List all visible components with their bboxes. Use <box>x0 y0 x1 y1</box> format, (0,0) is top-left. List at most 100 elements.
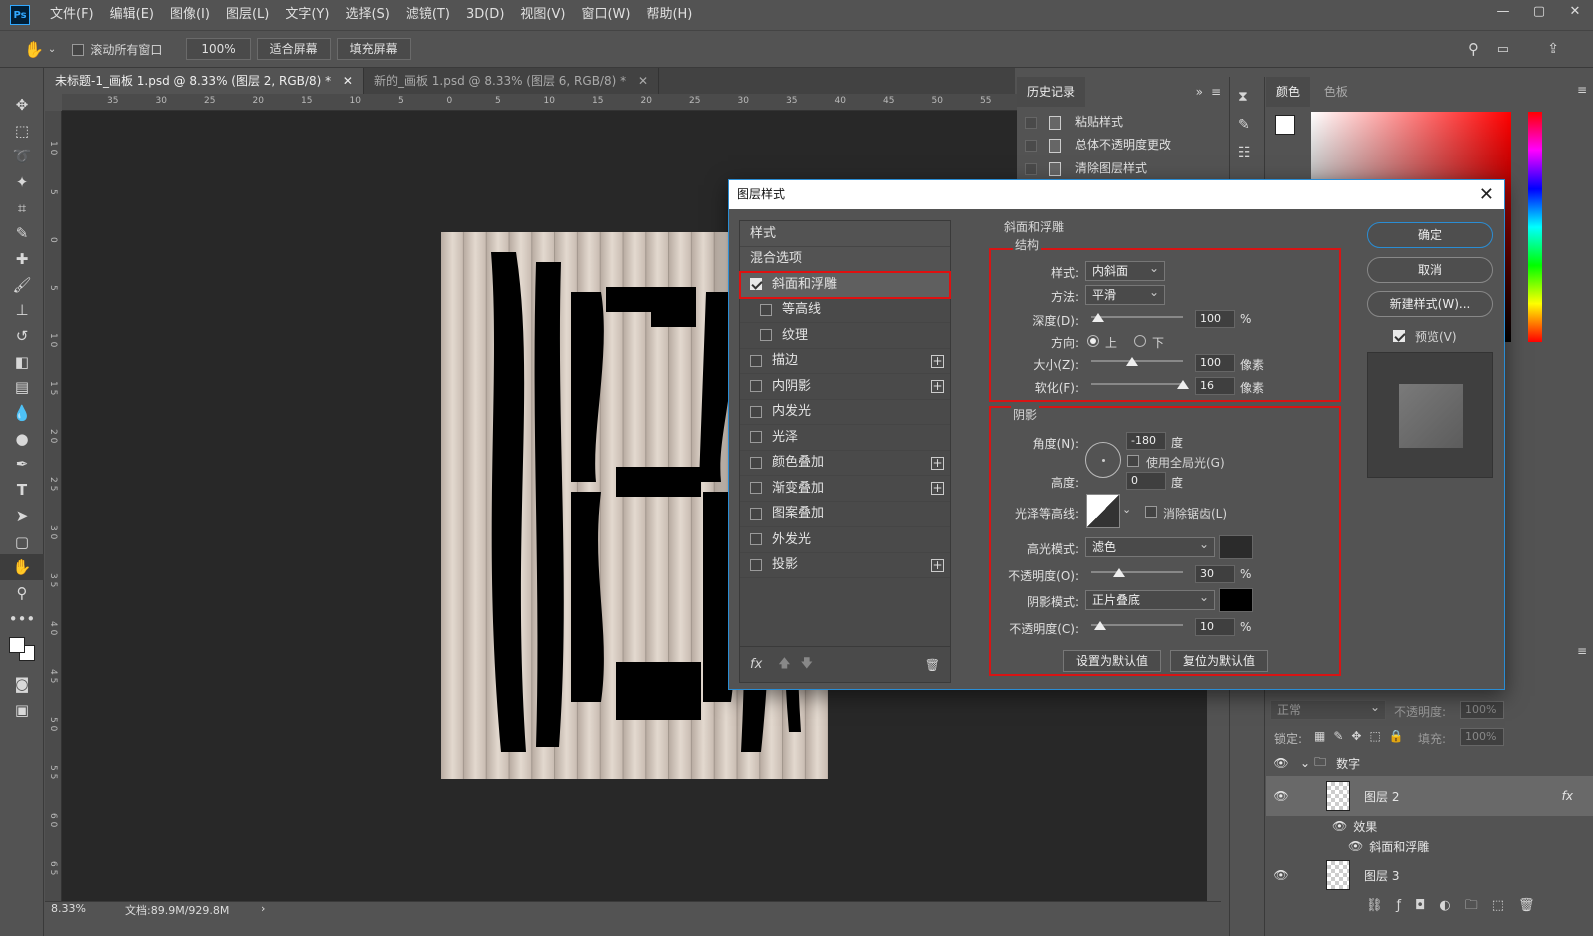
dodge-tool-icon[interactable]: ● <box>0 426 44 452</box>
visibility-eye-icon[interactable]: 👁 <box>1332 819 1347 833</box>
layer-opacity-input[interactable]: 100% <box>1460 701 1504 719</box>
tab-history[interactable]: 历史记录 <box>1017 77 1086 107</box>
add-effect-plus-icon[interactable]: + <box>931 558 944 572</box>
minimize-icon[interactable]: — <box>1485 0 1521 24</box>
gloss-contour-chevron-icon[interactable]: ⌄ <box>1122 503 1131 516</box>
style-item-8[interactable]: 光泽 <box>740 425 950 451</box>
style-item-10[interactable]: 渐变叠加 + <box>740 476 950 502</box>
add-effect-plus-icon[interactable]: + <box>931 354 944 368</box>
menu-item-6[interactable]: 滤镜(T) <box>398 0 458 30</box>
layer-row[interactable]: 👁 图层 3 <box>1266 856 1593 894</box>
direction-up-radio[interactable] <box>1087 333 1099 347</box>
shadow-mode-select[interactable]: 正片叠底 <box>1085 588 1215 610</box>
quick-mask-icon[interactable]: ◙ <box>0 671 44 697</box>
soften-input[interactable]: 16 <box>1195 377 1235 395</box>
style-item-6[interactable]: 内阴影 + <box>740 374 950 400</box>
eraser-tool-icon[interactable]: ◧ <box>0 349 44 375</box>
history-snapshot-checkbox[interactable] <box>1025 116 1037 129</box>
workspace-icon[interactable]: ▭ <box>1497 42 1509 57</box>
delete-effect-icon[interactable]: 🗑 <box>925 658 940 672</box>
effect-bevel-row[interactable]: 👁 斜面和浮雕 <box>1266 836 1593 856</box>
pen-tool-icon[interactable]: ✒ <box>0 452 44 478</box>
menu-item-8[interactable]: 视图(V) <box>512 0 573 30</box>
bevel-style-select[interactable]: 内斜面 <box>1085 259 1165 281</box>
menu-item-4[interactable]: 文字(Y) <box>277 0 337 30</box>
technique-select[interactable]: 平滑 <box>1085 283 1165 305</box>
menu-item-7[interactable]: 3D(D) <box>458 0 512 30</box>
menu-item-2[interactable]: 图像(I) <box>162 0 218 30</box>
blur-tool-icon[interactable]: 💧 <box>0 400 44 426</box>
layer-group-row[interactable]: 👁 ⌄ 🗀 数字 <box>1266 750 1593 776</box>
menu-item-10[interactable]: 帮助(H) <box>638 0 700 30</box>
preview-checkbox[interactable] <box>1393 328 1405 342</box>
depth-input[interactable]: 100 <box>1195 310 1235 328</box>
path-selection-tool-icon[interactable]: ➤ <box>0 503 44 529</box>
style-checkbox[interactable] <box>750 456 762 469</box>
style-checkbox[interactable] <box>750 533 762 546</box>
history-snapshot-checkbox[interactable] <box>1025 139 1037 152</box>
direction-down-radio[interactable] <box>1134 333 1146 347</box>
visibility-eye-icon[interactable]: 👁 <box>1266 868 1296 882</box>
style-checkbox[interactable] <box>750 558 762 571</box>
close-tab-icon[interactable]: ✕ <box>638 74 648 88</box>
fx-icon[interactable]: fx <box>1562 789 1573 803</box>
add-effect-plus-icon[interactable]: + <box>931 482 944 495</box>
style-item-4[interactable]: 纹理 <box>740 323 950 349</box>
depth-slider-thumb[interactable] <box>1092 313 1105 322</box>
style-item-12[interactable]: 外发光 <box>740 527 950 553</box>
altitude-input[interactable]: 0 <box>1126 472 1166 490</box>
close-window-icon[interactable]: ✕ <box>1557 0 1593 24</box>
add-effect-plus-icon[interactable]: + <box>931 380 944 393</box>
magic-wand-tool-icon[interactable]: ✦ <box>0 169 44 195</box>
cancel-button[interactable]: 取消 <box>1367 257 1493 283</box>
style-checkbox[interactable] <box>760 303 772 316</box>
menu-item-1[interactable]: 编辑(E) <box>102 0 162 30</box>
style-checkbox[interactable] <box>750 354 762 367</box>
close-dialog-icon[interactable]: ✕ <box>1479 180 1494 209</box>
hue-slider[interactable] <box>1528 112 1542 342</box>
make-default-button[interactable]: 设置为默认值 <box>1063 650 1161 672</box>
style-checkbox[interactable] <box>750 507 762 520</box>
more-tools-icon[interactable]: ••• <box>0 606 44 632</box>
style-item-3[interactable]: 等高线 <box>740 298 950 323</box>
menu-item-5[interactable]: 选择(S) <box>337 0 397 30</box>
status-arrow-icon[interactable]: › <box>261 902 265 915</box>
shadow-opacity-thumb[interactable] <box>1094 621 1107 630</box>
move-up-icon[interactable]: 🡅 <box>778 654 790 675</box>
stamp-tool-icon[interactable]: ⊥ <box>0 298 44 324</box>
menu-item-9[interactable]: 窗口(W) <box>573 0 638 30</box>
hand-tool-icon[interactable]: ✋ <box>24 40 44 59</box>
angle-dial[interactable] <box>1085 442 1121 478</box>
menu-item-3[interactable]: 图层(L) <box>218 0 277 30</box>
add-effect-plus-icon[interactable]: + <box>931 456 944 470</box>
style-item-13[interactable]: 投影 + <box>740 553 950 578</box>
panel-expand-icon[interactable]: » <box>1196 85 1203 99</box>
share-icon[interactable]: ⇪ <box>1547 41 1559 57</box>
group-chevron-icon[interactable]: ⌄ <box>1300 756 1310 770</box>
foreground-color-swatch[interactable] <box>1275 115 1295 135</box>
history-row[interactable]: 粘贴样式 <box>1017 111 1227 134</box>
style-checkbox[interactable] <box>750 405 762 418</box>
shadow-opacity-slider[interactable] <box>1091 621 1183 630</box>
highlight-opacity-slider[interactable] <box>1091 568 1183 577</box>
new-style-button[interactable]: 新建样式(W)... <box>1367 291 1493 317</box>
history-row[interactable]: 总体不透明度更改 <box>1017 134 1227 157</box>
style-item-5[interactable]: 描边 + <box>740 349 950 374</box>
style-item-0[interactable]: 样式 <box>740 221 950 247</box>
gloss-contour-picker[interactable] <box>1086 494 1120 528</box>
lasso-tool-icon[interactable]: ➰ <box>0 143 44 169</box>
visibility-eye-icon[interactable]: 👁 <box>1266 756 1296 770</box>
menu-item-0[interactable]: 文件(F) <box>42 0 102 30</box>
highlight-opacity-input[interactable]: 30 <box>1195 565 1235 583</box>
size-slider[interactable] <box>1091 357 1183 366</box>
type-tool-icon[interactable]: T <box>0 477 44 503</box>
style-item-2[interactable]: 斜面和浮雕 <box>739 271 951 299</box>
highlight-mode-select[interactable]: 滤色 <box>1085 535 1215 557</box>
visibility-eye-icon[interactable]: 👁 <box>1266 789 1296 803</box>
search-icon[interactable]: ⚲ <box>1468 40 1479 58</box>
angle-input[interactable]: -180 <box>1126 432 1166 450</box>
style-item-9[interactable]: 颜色叠加 + <box>740 451 950 476</box>
depth-slider[interactable] <box>1091 313 1183 322</box>
blend-mode-select[interactable]: 正常 <box>1270 698 1386 720</box>
ok-button[interactable]: 确定 <box>1367 222 1493 248</box>
